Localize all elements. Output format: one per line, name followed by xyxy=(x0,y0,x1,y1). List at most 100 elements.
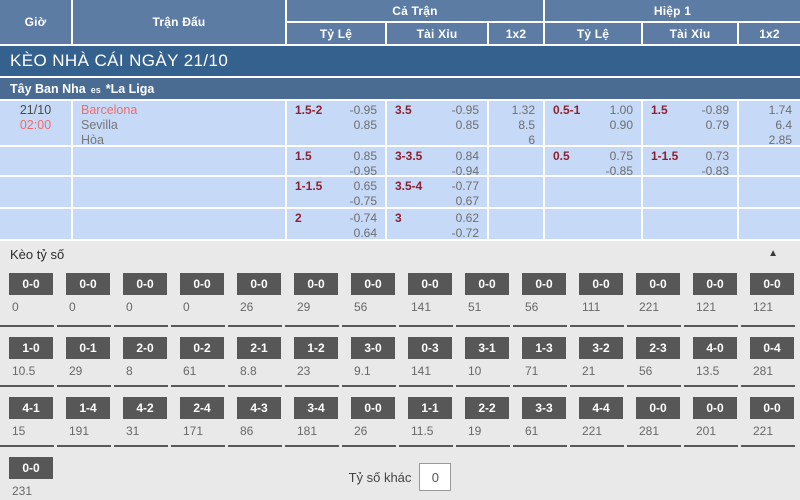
score-label[interactable]: 1-0 xyxy=(9,337,53,359)
score-label[interactable]: 0-1 xyxy=(66,337,110,359)
ft-overunder-odds-r4[interactable]: 3 0.62 -0.72 xyxy=(387,209,487,239)
score-label[interactable]: 2-2 xyxy=(465,397,509,419)
score-odds-cell[interactable]: 0-00 xyxy=(0,265,54,325)
score-odds-cell[interactable]: 0-056 xyxy=(513,265,567,325)
score-label[interactable]: 2-3 xyxy=(636,337,680,359)
score-label[interactable]: 0-0 xyxy=(522,273,566,295)
score-odds-cell[interactable]: 0-026 xyxy=(228,265,282,325)
score-odds-cell[interactable]: 0-3141 xyxy=(399,325,453,385)
score-odds-cell[interactable]: 0-029 xyxy=(285,265,339,325)
score-odds-cell[interactable]: 0-0111 xyxy=(570,265,624,325)
h1-handicap-odds-r2[interactable]: 0.5 0.75 -0.85 xyxy=(545,147,641,175)
league-bar[interactable]: Tây Ban Nha es *La Liga xyxy=(0,78,800,99)
score-label[interactable]: 0-0 xyxy=(66,273,110,295)
score-label[interactable]: 0-0 xyxy=(750,397,794,419)
score-label[interactable]: 0-0 xyxy=(693,273,737,295)
score-odds-cell[interactable]: 2-219 xyxy=(456,385,510,445)
score-odds-cell[interactable]: 4-013.5 xyxy=(684,325,738,385)
h1-1x2-odds-r1[interactable]: 1.74 6.4 2.85 xyxy=(739,101,800,145)
score-odds-cell[interactable]: 0-00 xyxy=(114,265,168,325)
ft-handicap-odds-r1[interactable]: 1.5-2 -0.95 0.85 xyxy=(287,101,385,145)
ft-overunder-odds-r3[interactable]: 3.5-4 -0.77 0.67 xyxy=(387,177,487,207)
score-odds-cell[interactable]: 2-4171 xyxy=(171,385,225,445)
score-odds-cell[interactable]: 1-4191 xyxy=(57,385,111,445)
score-label[interactable]: 4-1 xyxy=(9,397,53,419)
ft-overunder-odds-r2[interactable]: 3-3.5 0.84 -0.94 xyxy=(387,147,487,175)
score-odds-cell[interactable]: 0-00 xyxy=(171,265,225,325)
score-odds-cell[interactable]: 0-0221 xyxy=(627,265,681,325)
score-odds-cell[interactable]: 3-110 xyxy=(456,325,510,385)
score-odds-cell[interactable]: 3-09.1 xyxy=(342,325,396,385)
score-odds-cell[interactable]: 4-386 xyxy=(228,385,282,445)
away-team[interactable]: Sevilla xyxy=(81,118,285,133)
score-odds-cell[interactable]: 3-361 xyxy=(513,385,567,445)
score-label[interactable]: 0-0 xyxy=(636,397,680,419)
score-label[interactable]: 3-0 xyxy=(351,337,395,359)
other-score-input[interactable] xyxy=(419,463,451,491)
score-odds-cell[interactable]: 1-371 xyxy=(513,325,567,385)
score-label[interactable]: 0-0 xyxy=(9,273,53,295)
score-label[interactable]: 3-2 xyxy=(579,337,623,359)
score-label[interactable]: 0-0 xyxy=(750,273,794,295)
score-label[interactable]: 4-4 xyxy=(579,397,623,419)
score-label[interactable]: 0-0 xyxy=(579,273,623,295)
match-teams-cell[interactable]: Barcelona Sevilla Hòa xyxy=(73,101,285,145)
score-odds-cell[interactable]: 0-4281 xyxy=(741,325,795,385)
h1-overunder-odds-r2[interactable]: 1-1.5 0.73 -0.83 xyxy=(643,147,737,175)
h1-handicap-odds-r1[interactable]: 0.5-1 1.00 0.90 xyxy=(545,101,641,145)
score-label[interactable]: 1-2 xyxy=(294,337,338,359)
score-label[interactable]: 0-0 xyxy=(351,273,395,295)
score-label[interactable]: 4-0 xyxy=(693,337,737,359)
score-odds-cell[interactable]: 1-010.5 xyxy=(0,325,54,385)
score-odds-cell[interactable]: 0-0201 xyxy=(684,385,738,445)
score-label[interactable]: 0-0 xyxy=(237,273,281,295)
score-label[interactable]: 4-3 xyxy=(237,397,281,419)
score-label[interactable]: 0-0 xyxy=(465,273,509,295)
score-odds-cell[interactable]: 4-115 xyxy=(0,385,54,445)
score-odds-cell[interactable]: 0-0221 xyxy=(741,385,795,445)
ft-1x2-odds-r1[interactable]: 1.32 8.5 6 xyxy=(489,101,543,145)
collapse-arrow-icon[interactable]: ▲ xyxy=(768,249,778,259)
score-label[interactable]: 0-0 xyxy=(180,273,224,295)
score-label[interactable]: 2-4 xyxy=(180,397,224,419)
score-odds-cell[interactable]: 0-056 xyxy=(342,265,396,325)
ft-overunder-odds-r1[interactable]: 3.5 -0.95 0.85 xyxy=(387,101,487,145)
ft-handicap-odds-r4[interactable]: 2 -0.74 0.64 xyxy=(287,209,385,239)
score-label[interactable]: 0-0 xyxy=(408,273,452,295)
score-label[interactable]: 0-3 xyxy=(408,337,452,359)
score-label[interactable]: 1-4 xyxy=(66,397,110,419)
score-odds-cell[interactable]: 0-129 xyxy=(57,325,111,385)
score-odds-cell[interactable]: 2-18.8 xyxy=(228,325,282,385)
score-label[interactable]: 0-4 xyxy=(750,337,794,359)
score-label[interactable]: 3-4 xyxy=(294,397,338,419)
score-label[interactable]: 2-0 xyxy=(123,337,167,359)
score-label[interactable]: 0-0 xyxy=(636,273,680,295)
score-odds-cell[interactable]: 2-356 xyxy=(627,325,681,385)
ft-handicap-odds-r2[interactable]: 1.5 0.85 -0.95 xyxy=(287,147,385,175)
score-odds-cell[interactable]: 0-0141 xyxy=(399,265,453,325)
score-label[interactable]: 2-1 xyxy=(237,337,281,359)
score-odds-cell[interactable]: 4-4221 xyxy=(570,385,624,445)
home-team[interactable]: Barcelona xyxy=(81,103,285,118)
score-odds-cell[interactable]: 0-0281 xyxy=(627,385,681,445)
score-label[interactable]: 1-1 xyxy=(408,397,452,419)
score-odds-cell[interactable]: 3-221 xyxy=(570,325,624,385)
score-odds-cell[interactable]: 1-111.5 xyxy=(399,385,453,445)
score-odds-cell[interactable]: 0-0121 xyxy=(684,265,738,325)
ft-handicap-odds-r3[interactable]: 1-1.5 0.65 -0.75 xyxy=(287,177,385,207)
score-label[interactable]: 3-1 xyxy=(465,337,509,359)
score-odds-cell[interactable]: 0-051 xyxy=(456,265,510,325)
score-label[interactable]: 1-3 xyxy=(522,337,566,359)
score-odds-cell[interactable]: 4-231 xyxy=(114,385,168,445)
score-label[interactable]: 4-2 xyxy=(123,397,167,419)
score-odds-cell[interactable]: 0-261 xyxy=(171,325,225,385)
score-odds-cell[interactable]: 0-00 xyxy=(57,265,111,325)
score-label[interactable]: 0-0 xyxy=(351,397,395,419)
score-odds-cell[interactable]: 0-0121 xyxy=(741,265,795,325)
h1-overunder-odds-r1[interactable]: 1.5 -0.89 0.79 xyxy=(643,101,737,145)
score-label[interactable]: 0-0 xyxy=(693,397,737,419)
score-odds-cell[interactable]: 3-4181 xyxy=(285,385,339,445)
score-odds-cell[interactable]: 2-08 xyxy=(114,325,168,385)
score-label[interactable]: 0-0 xyxy=(123,273,167,295)
score-label[interactable]: 0-0 xyxy=(294,273,338,295)
